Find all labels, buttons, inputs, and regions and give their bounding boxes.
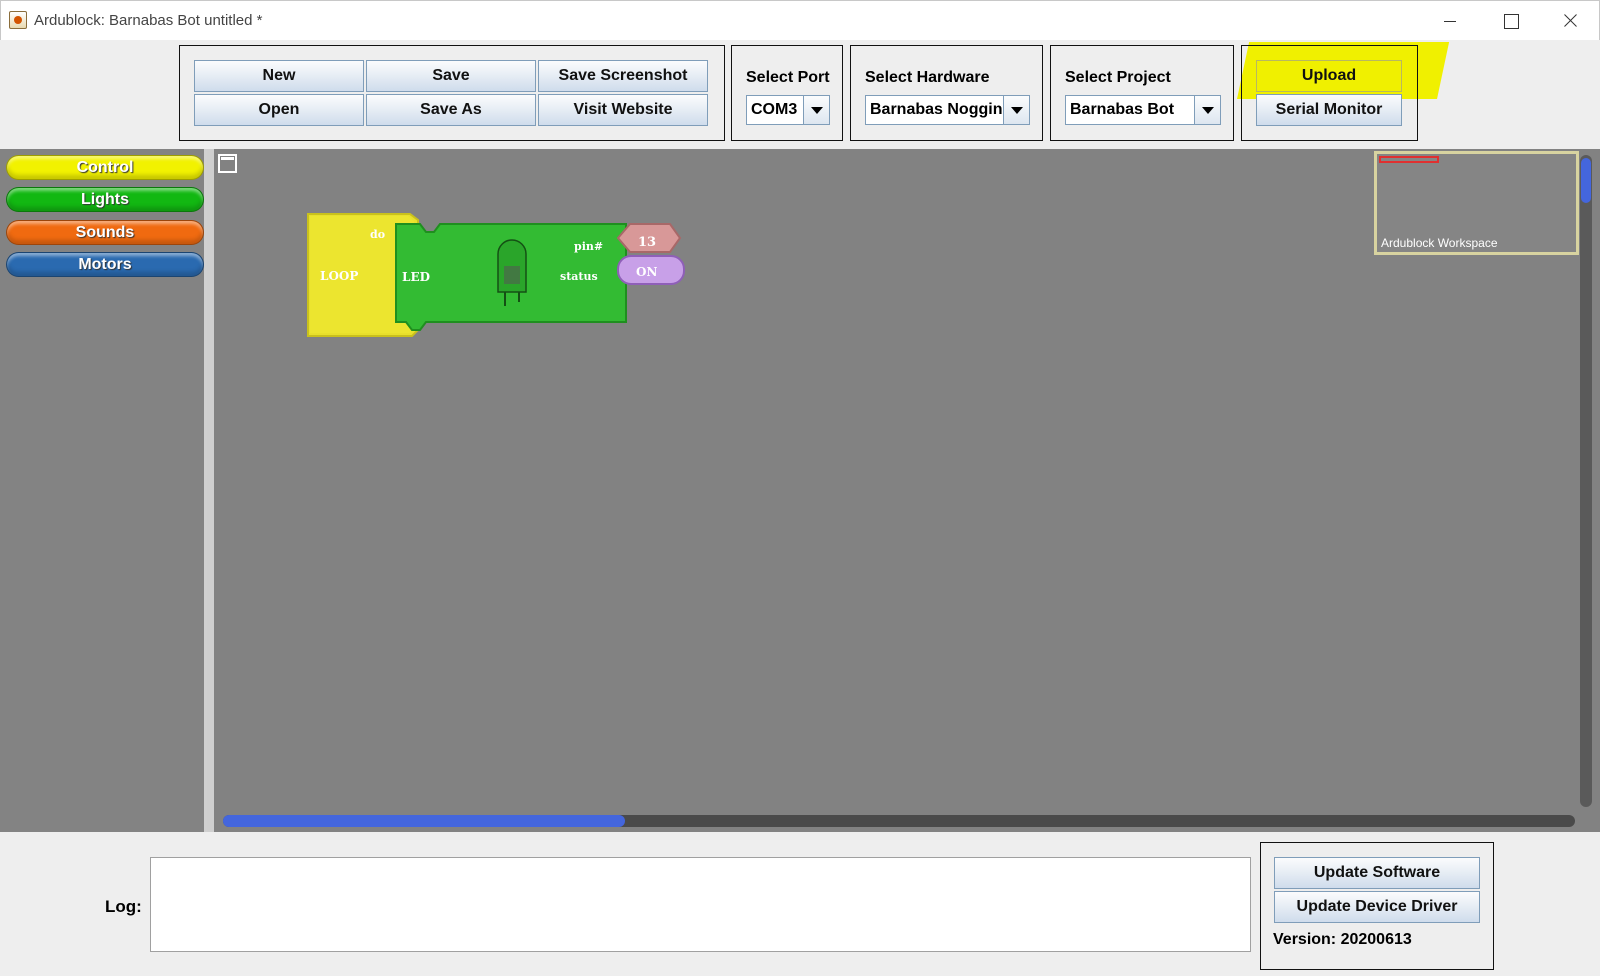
serial-monitor-button[interactable]: Serial Monitor bbox=[1256, 94, 1402, 126]
update-group: Update Software Update Device Driver Ver… bbox=[1260, 842, 1494, 970]
file-button-group: New Save Save Screenshot Open Save As Vi… bbox=[179, 45, 725, 141]
pin-number-value: 13 bbox=[638, 235, 656, 250]
status-on-block[interactable]: ON bbox=[617, 255, 685, 285]
select-port-label: Select Port bbox=[746, 69, 830, 86]
upload-group: Upload Serial Monitor bbox=[1241, 45, 1418, 141]
workspace-window-icon[interactable] bbox=[218, 154, 237, 173]
led-block[interactable]: LED pin# status bbox=[395, 223, 627, 331]
category-lights-button[interactable]: Lights bbox=[6, 187, 204, 212]
minimap-label: Ardublock Workspace bbox=[1381, 236, 1498, 250]
led-status-label: status bbox=[560, 270, 598, 283]
category-motors-button[interactable]: Motors bbox=[6, 252, 204, 277]
port-group: Select Port COM3 bbox=[731, 45, 843, 141]
select-hardware-label: Select Hardware bbox=[865, 69, 990, 86]
save-screenshot-button[interactable]: Save Screenshot bbox=[538, 60, 708, 92]
hardware-group: Select Hardware Barnabas Noggin bbox=[850, 45, 1043, 141]
category-control-button[interactable]: Control bbox=[6, 155, 204, 180]
update-device-driver-button[interactable]: Update Device Driver bbox=[1274, 891, 1480, 923]
update-software-button[interactable]: Update Software bbox=[1274, 857, 1480, 889]
led-label: LED bbox=[402, 270, 430, 284]
pin-number-block[interactable]: 13 bbox=[616, 223, 682, 253]
chevron-down-icon[interactable] bbox=[1194, 96, 1220, 124]
hardware-select[interactable]: Barnabas Noggin bbox=[865, 95, 1030, 125]
led-pin-label: pin# bbox=[574, 240, 603, 253]
port-value: COM3 bbox=[751, 101, 798, 118]
port-select[interactable]: COM3 bbox=[746, 95, 830, 125]
open-button[interactable]: Open bbox=[194, 94, 364, 126]
block-stack[interactable]: LOOP do LED pin# status 13 ON bbox=[300, 210, 710, 350]
loop-do-label: do bbox=[370, 228, 385, 241]
project-group: Select Project Barnabas Bot bbox=[1050, 45, 1234, 141]
version-text: Version: 20200613 bbox=[1273, 931, 1412, 948]
category-sounds-button[interactable]: Sounds bbox=[6, 220, 204, 245]
workspace-minimap[interactable]: Ardublock Workspace bbox=[1374, 151, 1579, 255]
vertical-scrollbar-thumb[interactable] bbox=[1581, 158, 1591, 203]
save-as-button[interactable]: Save As bbox=[366, 94, 536, 126]
log-textarea[interactable] bbox=[150, 857, 1251, 952]
minimize-button[interactable] bbox=[1427, 7, 1473, 35]
upload-button[interactable]: Upload bbox=[1256, 60, 1402, 92]
project-value: Barnabas Bot bbox=[1070, 101, 1175, 118]
save-button[interactable]: Save bbox=[366, 60, 536, 92]
minimap-viewport[interactable] bbox=[1379, 156, 1439, 163]
visit-website-button[interactable]: Visit Website bbox=[538, 94, 708, 126]
window-title: Ardublock: Barnabas Bot untitled * bbox=[34, 12, 263, 29]
new-button[interactable]: New bbox=[194, 60, 364, 92]
chevron-down-icon[interactable] bbox=[1003, 96, 1029, 124]
status-on-value: ON bbox=[636, 265, 657, 279]
java-app-icon bbox=[9, 11, 27, 29]
select-project-label: Select Project bbox=[1065, 69, 1171, 86]
chevron-down-icon[interactable] bbox=[803, 96, 829, 124]
palette-splitter[interactable] bbox=[207, 149, 214, 832]
loop-label: LOOP bbox=[320, 269, 358, 283]
project-select[interactable]: Barnabas Bot bbox=[1065, 95, 1221, 125]
hardware-value: Barnabas Noggin bbox=[870, 101, 1003, 118]
title-bar: Ardublock: Barnabas Bot untitled * bbox=[0, 0, 1600, 40]
log-label: Log: bbox=[105, 897, 142, 916]
horizontal-scrollbar-thumb[interactable] bbox=[223, 815, 625, 827]
maximize-button[interactable] bbox=[1487, 7, 1533, 35]
close-button[interactable] bbox=[1547, 7, 1593, 35]
block-palette: Control Lights Sounds Motors bbox=[0, 149, 207, 832]
vertical-scrollbar-track[interactable] bbox=[1580, 155, 1592, 807]
